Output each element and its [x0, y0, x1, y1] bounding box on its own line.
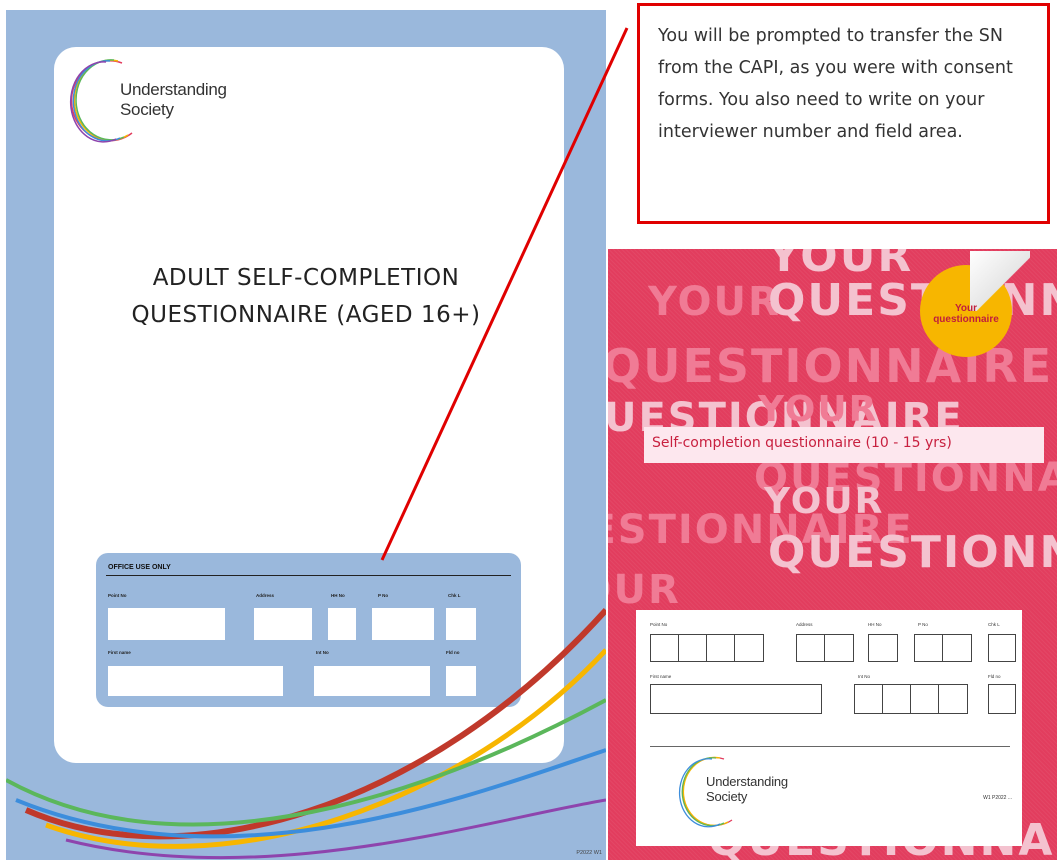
- adult-questionnaire-cover: Understanding Society ADULT SELF-COMPLET…: [6, 10, 606, 860]
- logo-line-1: Understanding: [706, 774, 788, 789]
- sticker-line-1: Your: [954, 303, 978, 314]
- youth-cell[interactable]: [706, 634, 736, 662]
- youth-cell[interactable]: [882, 684, 912, 714]
- callout-text: You will be prompted to transfer the SN …: [658, 26, 1013, 142]
- youth-label-int-no: Int No: [858, 674, 871, 679]
- youth-cell[interactable]: [824, 634, 854, 662]
- youth-cell[interactable]: [914, 634, 944, 662]
- youth-cell[interactable]: [910, 684, 940, 714]
- youth-office-form: Point No Address HH No P No Chk L First …: [636, 610, 1022, 846]
- youth-cell[interactable]: [868, 634, 898, 662]
- sticker-text: Your questionnaire: [920, 303, 1012, 325]
- youth-label-first-name: First name: [650, 674, 672, 679]
- youth-cell[interactable]: [734, 634, 764, 662]
- youth-cell[interactable]: [988, 684, 1016, 714]
- youth-cell[interactable]: [796, 634, 826, 662]
- pattern-word: YOUR: [608, 567, 681, 613]
- sticker-peel-icon: [970, 251, 1030, 311]
- youth-booklet-code: W1 P2022 ...: [983, 795, 1012, 801]
- youth-cell[interactable]: [854, 684, 884, 714]
- pattern-word: YOUR: [648, 279, 781, 325]
- youth-cell[interactable]: [938, 684, 968, 714]
- youth-questionnaire-cover: YOUR YOUR QUESTIONNAIRE QUESTIONNAIRE QU…: [608, 249, 1057, 860]
- youth-label-address: Address: [796, 622, 813, 627]
- youth-label-fld-no: Fld no: [988, 674, 1001, 679]
- youth-form-divider: [650, 746, 1010, 747]
- youth-cell[interactable]: [650, 634, 680, 662]
- youth-cell[interactable]: [678, 634, 708, 662]
- youth-label-chk-l: Chk L: [988, 622, 1000, 627]
- instruction-callout: You will be prompted to transfer the SN …: [637, 3, 1050, 224]
- youth-subtitle: Self-completion questionnaire (10 - 15 y…: [652, 435, 952, 451]
- youth-logo-text: Understanding Society: [706, 774, 788, 804]
- pattern-word: QUESTIONNAIRE: [768, 527, 1057, 578]
- adult-booklet-code: P2022 W1: [576, 850, 602, 856]
- youth-cell[interactable]: [988, 634, 1016, 662]
- youth-cell[interactable]: [942, 634, 972, 662]
- youth-label-p-no: P No: [918, 622, 928, 627]
- youth-first-name-field[interactable]: [650, 684, 822, 714]
- sticker-line-2: questionnaire: [933, 314, 999, 325]
- youth-label-point-no: Point No: [650, 622, 668, 627]
- logo-line-2: Society: [706, 789, 748, 804]
- pattern-word: YOUR: [758, 389, 879, 430]
- youth-label-hh-no: HH No: [868, 622, 882, 627]
- colour-swoosh-graphic: [6, 607, 606, 860]
